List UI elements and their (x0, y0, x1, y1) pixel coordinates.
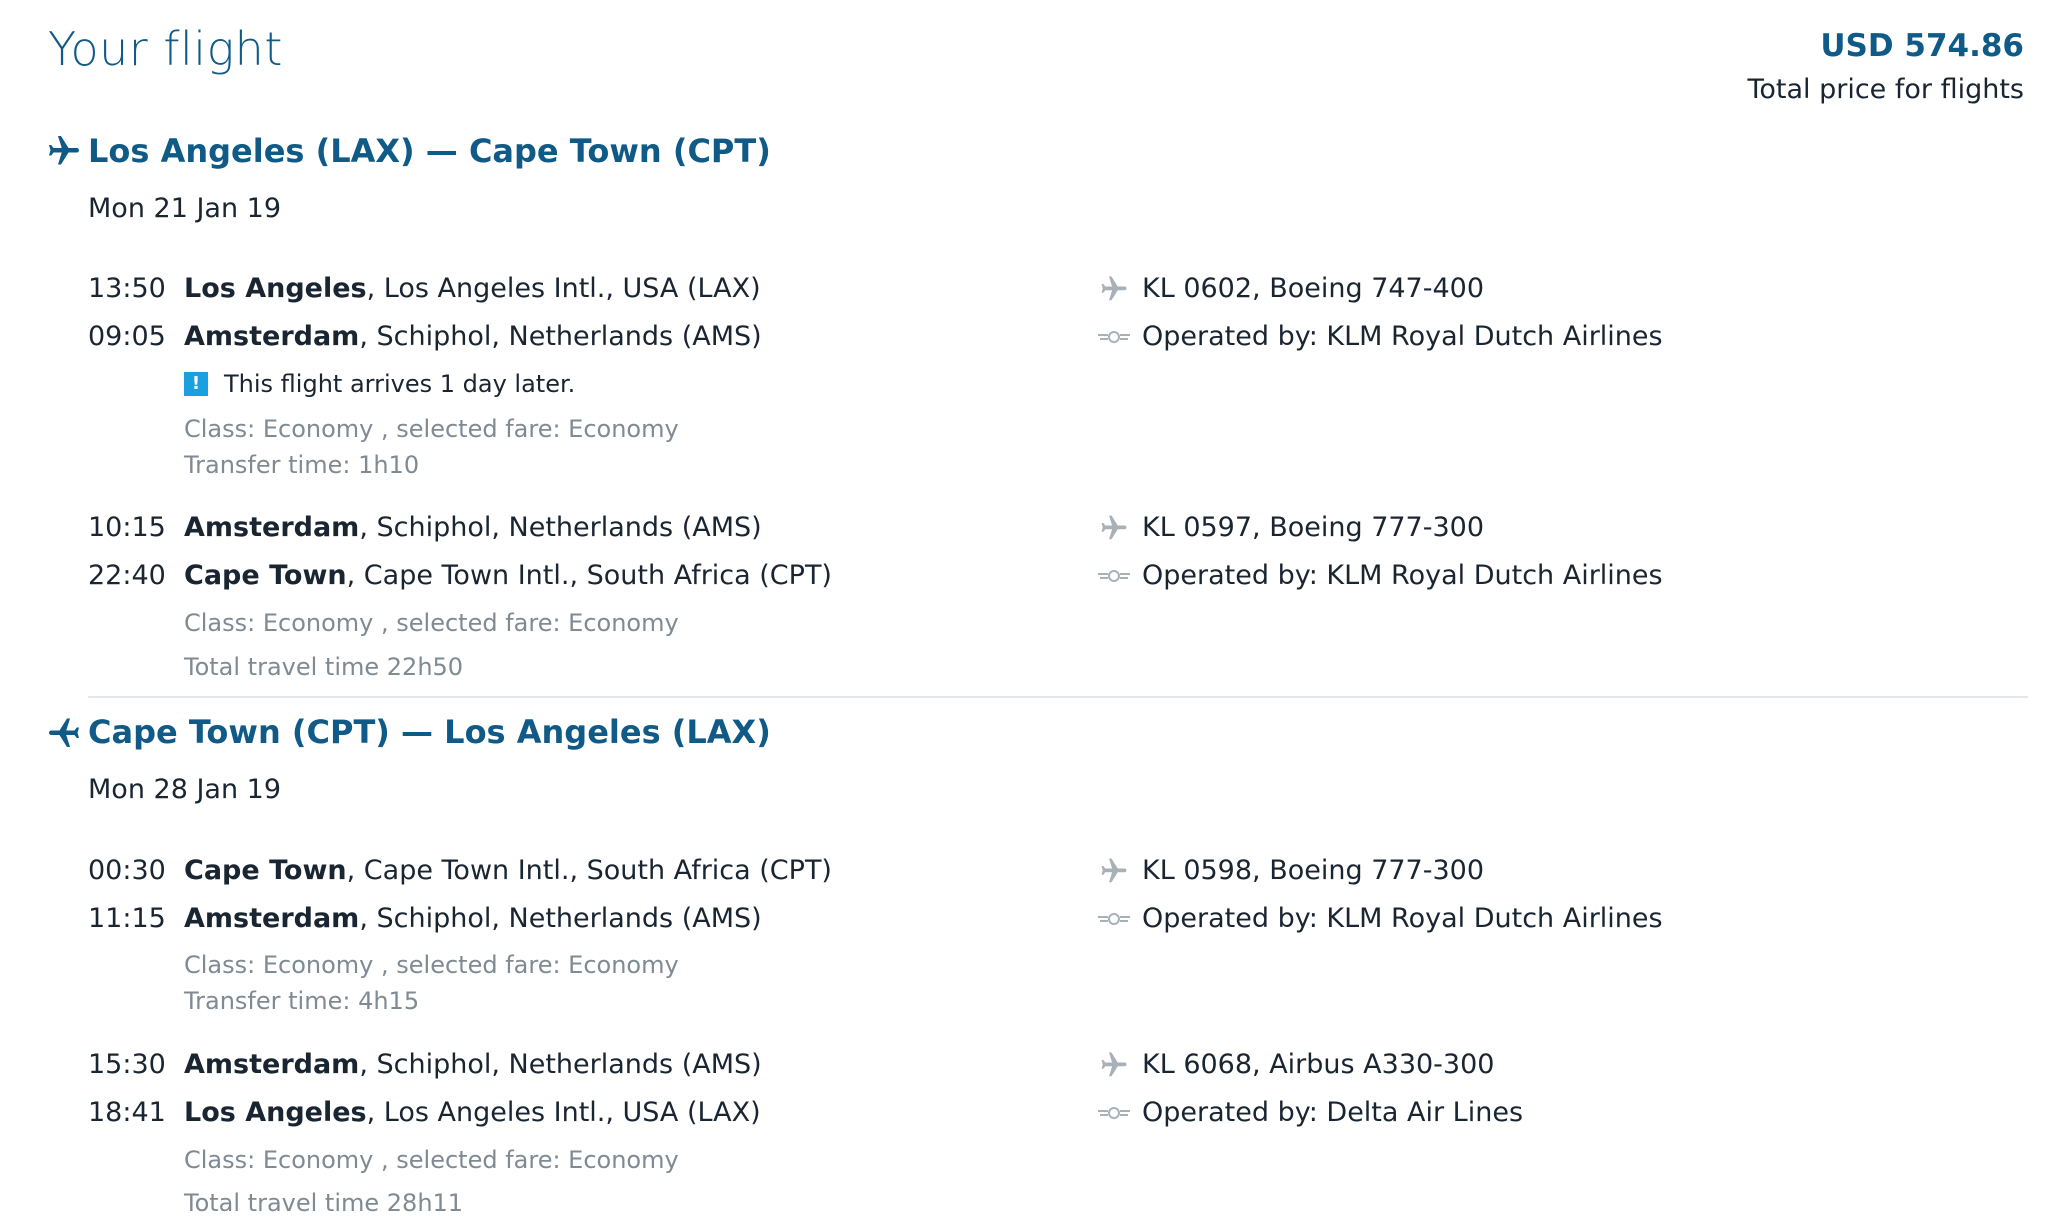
flight-number-text: KL 6068, Airbus A330-300 (1142, 1049, 1495, 1080)
airline-wings-icon (1098, 330, 1130, 343)
departure-city: Amsterdam (184, 1049, 360, 1080)
departure-airport-detail: , Los Angeles Intl., USA (LAX) (366, 273, 761, 304)
flight-number-text: KL 0598, Boeing 777-300 (1142, 855, 1485, 886)
departure-airport-detail: , Cape Town Intl., South Africa (CPT) (346, 855, 832, 886)
departure-airport: Amsterdam, Schiphol, Netherlands (AMS) (184, 512, 762, 543)
total-price-label: Total price for flights (1747, 74, 2024, 105)
departure-city: Cape Town (184, 855, 347, 886)
transfer-time: Transfer time: 1h10 (184, 451, 420, 479)
departure-airport-detail: , Schiphol, Netherlands (AMS) (359, 1049, 762, 1080)
operated-by-text: Operated by: Delta Air Lines (1142, 1097, 1524, 1128)
journey-route-return[interactable]: Cape Town (CPT) — Los Angeles (LAX) (46, 713, 771, 751)
info-icon: ! (184, 372, 208, 396)
arrival-airport-detail: , Los Angeles Intl., USA (LAX) (366, 1097, 761, 1128)
arrival-airport: Los Angeles, Los Angeles Intl., USA (LAX… (184, 1097, 761, 1128)
arrival-city: Amsterdam (184, 321, 360, 352)
fare-class: Class: Economy , selected fare: Economy (184, 609, 679, 637)
next-day-notice: ! This flight arrives 1 day later. (184, 370, 575, 398)
transfer-time: Transfer time: 4h15 (184, 987, 420, 1015)
plane-icon (49, 136, 79, 165)
flight-number-text: KL 0602, Boeing 747-400 (1142, 273, 1485, 304)
departure-time: 13:50 (88, 273, 166, 304)
operated-by-text: Operated by: KLM Royal Dutch Airlines (1142, 903, 1663, 934)
arrival-time: 18:41 (88, 1097, 166, 1128)
journey-date: Mon 21 Jan 19 (88, 193, 282, 224)
flight-number: KL 0597, Boeing 777-300 (1096, 512, 1484, 543)
arrival-time: 11:15 (88, 903, 166, 934)
arrival-airport: Amsterdam, Schiphol, Netherlands (AMS) (184, 903, 762, 934)
airline-wings-icon (1098, 912, 1130, 925)
departure-time: 00:30 (88, 855, 166, 886)
operated-by-text: Operated by: KLM Royal Dutch Airlines (1142, 321, 1663, 352)
airplane-icon (1101, 1052, 1127, 1076)
airline-wings-icon (1098, 1106, 1130, 1119)
total-travel-time: Total travel time 28h11 (184, 1189, 464, 1217)
journey-date: Mon 28 Jan 19 (88, 774, 282, 805)
notice-text: This flight arrives 1 day later. (224, 370, 576, 398)
total-price: USD 574.86 (1820, 28, 2024, 64)
arrival-time: 22:40 (88, 560, 166, 591)
arrival-airport-detail: , Cape Town Intl., South Africa (CPT) (346, 560, 832, 591)
departure-airport: Amsterdam, Schiphol, Netherlands (AMS) (184, 1049, 762, 1080)
fare-class: Class: Economy , selected fare: Economy (184, 415, 679, 443)
flight-number-text: KL 0597, Boeing 777-300 (1142, 512, 1485, 543)
airplane-icon (1101, 276, 1127, 300)
airplane-icon (1101, 515, 1127, 539)
arrival-airport-detail: , Schiphol, Netherlands (AMS) (359, 321, 762, 352)
route-label: Los Angeles (LAX) — Cape Town (CPT) (88, 132, 771, 170)
operated-by: Operated by: KLM Royal Dutch Airlines (1096, 903, 1663, 934)
arrival-airport: Amsterdam, Schiphol, Netherlands (AMS) (184, 321, 762, 352)
departure-time: 15:30 (88, 1049, 166, 1080)
arrival-airport-detail: , Schiphol, Netherlands (AMS) (359, 903, 762, 934)
journey-route-outbound[interactable]: Los Angeles (LAX) — Cape Town (CPT) (46, 132, 771, 170)
operated-by: Operated by: KLM Royal Dutch Airlines (1096, 321, 1663, 352)
flight-number: KL 0598, Boeing 777-300 (1096, 855, 1484, 886)
arrival-city: Los Angeles (184, 1097, 367, 1128)
departure-time: 10:15 (88, 512, 166, 543)
departure-airport: Los Angeles, Los Angeles Intl., USA (LAX… (184, 273, 761, 304)
operated-by: Operated by: Delta Air Lines (1096, 1097, 1523, 1128)
flight-number: KL 0602, Boeing 747-400 (1096, 273, 1484, 304)
operated-by-text: Operated by: KLM Royal Dutch Airlines (1142, 560, 1663, 591)
page-title: Your flight (48, 22, 283, 76)
arrival-airport: Cape Town, Cape Town Intl., South Africa… (184, 560, 832, 591)
departure-airport: Cape Town, Cape Town Intl., South Africa… (184, 855, 832, 886)
fare-class: Class: Economy , selected fare: Economy (184, 951, 679, 979)
departure-airport-detail: , Schiphol, Netherlands (AMS) (359, 512, 762, 543)
airplane-icon (1101, 858, 1127, 882)
arrival-city: Cape Town (184, 560, 347, 591)
flight-number: KL 6068, Airbus A330-300 (1096, 1049, 1494, 1080)
departure-city: Amsterdam (184, 512, 360, 543)
fare-class: Class: Economy , selected fare: Economy (184, 1146, 679, 1174)
arrival-city: Amsterdam (184, 903, 360, 934)
route-label: Cape Town (CPT) — Los Angeles (LAX) (88, 713, 771, 751)
plane-icon (49, 718, 79, 747)
airline-wings-icon (1098, 569, 1130, 582)
total-travel-time: Total travel time 22h50 (184, 653, 464, 681)
departure-city: Los Angeles (184, 273, 367, 304)
journey-divider (88, 696, 2028, 698)
operated-by: Operated by: KLM Royal Dutch Airlines (1096, 560, 1663, 591)
arrival-time: 09:05 (88, 321, 166, 352)
